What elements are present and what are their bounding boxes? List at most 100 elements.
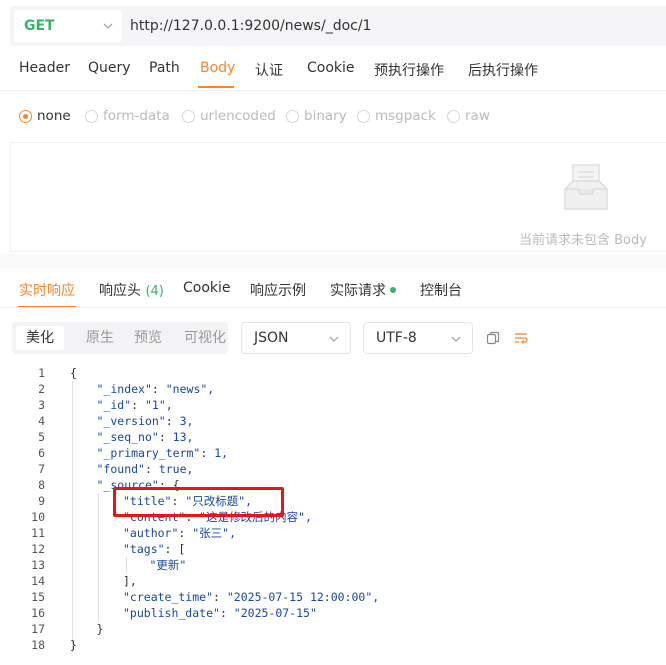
code-text: ], — [123, 573, 137, 589]
json-key: "tags" — [123, 542, 165, 556]
method-select[interactable]: GET — [14, 10, 122, 42]
json-value: ], — [123, 574, 137, 588]
tab-post-script[interactable]: 后执行操作 — [468, 60, 538, 80]
radio-label: form-data — [103, 108, 170, 124]
json-value: "1", — [144, 398, 173, 412]
json-key: "_id" — [96, 398, 132, 412]
chevron-down-icon — [451, 336, 461, 342]
method-label: GET — [24, 18, 55, 34]
line-number: 10 — [31, 510, 45, 524]
json-key: "_version" — [96, 414, 166, 428]
panel-splitter[interactable] — [0, 254, 666, 268]
code-line: 17} — [0, 621, 666, 637]
json-key: "_primary_term" — [96, 446, 201, 460]
chevron-down-icon — [103, 23, 113, 29]
view-pretty-button[interactable]: 美化 — [16, 326, 64, 350]
format-select[interactable]: JSON — [241, 322, 351, 354]
tab-pre-script[interactable]: 预执行操作 — [374, 60, 444, 80]
tab-response-cookie[interactable]: Cookie — [183, 280, 231, 296]
code-text: } — [97, 621, 104, 637]
radio-urlencoded[interactable]: urlencoded — [182, 108, 276, 124]
json-key: "found" — [96, 462, 145, 476]
json-value: [ — [178, 542, 186, 556]
code-line: 7 "found": true, — [0, 461, 666, 477]
radio-label: msgpack — [375, 108, 436, 124]
code-text: "_version": 3, — [96, 414, 194, 428]
json-key: "publish_date" — [123, 606, 220, 620]
json-value: 1, — [214, 446, 229, 460]
divider — [0, 90, 666, 91]
tab-auth[interactable]: 认证 — [255, 60, 283, 80]
divider — [0, 307, 666, 308]
radio-label: none — [37, 108, 71, 124]
inbox-empty-icon — [564, 164, 608, 210]
tab-response-headers[interactable]: 响应头 (4) — [99, 280, 164, 300]
view-visualize-button[interactable]: 可视化 — [174, 326, 236, 350]
code-text: } — [70, 637, 77, 653]
code-line: 11 "author": "张三", — [0, 525, 666, 541]
tab-cookie[interactable]: Cookie — [307, 60, 355, 76]
code-line: 12 "tags": [ — [0, 541, 666, 557]
json-key: "_index" — [96, 382, 152, 396]
code-text: "更新" — [150, 557, 187, 573]
tab-query[interactable]: Query — [88, 60, 131, 76]
copy-icon[interactable] — [486, 331, 500, 345]
code-line: 2 "_index": "news", — [0, 381, 666, 397]
json-key: "_seq_no" — [96, 430, 159, 444]
view-raw-button[interactable]: 原生 — [76, 326, 124, 350]
tab-label: 响应头 — [99, 283, 141, 299]
line-number: 3 — [38, 398, 45, 412]
tab-response-examples[interactable]: 响应示例 — [250, 280, 306, 300]
radio-msgpack[interactable]: msgpack — [357, 108, 436, 124]
line-number: 14 — [31, 574, 45, 588]
tab-header[interactable]: Header — [19, 60, 70, 76]
code-line: 6 "_primary_term": 1, — [0, 445, 666, 461]
tab-path[interactable]: Path — [149, 60, 180, 76]
json-value: 13, — [172, 430, 194, 444]
line-number: 2 — [38, 382, 45, 396]
code-line: 1{ — [0, 365, 666, 381]
line-number: 8 — [38, 478, 45, 492]
wrap-lines-icon[interactable] — [514, 331, 528, 345]
json-value: "更新" — [149, 558, 187, 572]
view-mode-segmented: 美化 原生 预览 可视化 — [12, 322, 228, 354]
code-line: 13 "更新" — [0, 557, 666, 573]
code-text: "author": "张三", — [123, 526, 237, 540]
radio-binary[interactable]: binary — [286, 108, 347, 124]
json-value: "2025-07-15 12:00:00", — [226, 590, 380, 604]
code-line: 16 "publish_date": "2025-07-15" — [0, 605, 666, 621]
code-text: "publish_date": "2025-07-15" — [123, 606, 317, 620]
headers-count-badge: (4) — [145, 284, 164, 299]
radio-raw[interactable]: raw — [447, 108, 490, 124]
code-line: 14], — [0, 573, 666, 589]
chevron-down-icon — [329, 336, 339, 342]
view-preview-button[interactable]: 预览 — [124, 326, 172, 350]
status-dot-icon — [390, 287, 396, 293]
code-text: "_primary_term": 1, — [96, 446, 229, 460]
code-line: 9 "title": "只改标题", — [0, 493, 666, 509]
json-key: "create_time" — [123, 590, 214, 604]
json-value: "2025-07-15" — [233, 606, 317, 620]
response-code-view[interactable]: 1{2 "_index": "news", 3 "_id": "1", 4 "_versi… — [0, 365, 666, 665]
code-text: "tags": [ — [123, 542, 186, 556]
radio-label: binary — [304, 108, 347, 124]
request-tabs: Header Query Path Body 认证 Cookie 预执行操作 后… — [0, 52, 666, 88]
url-input[interactable]: http://127.0.0.1:9200/news/_doc/1 — [130, 18, 371, 34]
radio-icon — [357, 109, 370, 123]
radio-none[interactable]: none — [19, 108, 71, 124]
tab-body[interactable]: Body — [200, 60, 235, 76]
encoding-select-value: UTF-8 — [376, 330, 417, 346]
radio-form-data[interactable]: form-data — [85, 108, 170, 124]
code-text: "_seq_no": 13, — [96, 430, 194, 444]
line-number: 16 — [31, 606, 45, 620]
tab-live-response[interactable]: 实时响应 — [19, 280, 75, 300]
radio-checked-icon — [19, 109, 32, 123]
json-key: "author" — [123, 526, 179, 540]
active-tab-indicator — [198, 86, 234, 88]
code-line: 15 "create_time": "2025-07-15 12:00:00", — [0, 589, 666, 605]
tab-actual-request[interactable]: 实际请求 — [330, 280, 396, 300]
line-number: 15 — [31, 590, 45, 604]
body-editor-area: 当前请求未包含 Body — [10, 142, 666, 252]
encoding-select[interactable]: UTF-8 — [363, 322, 473, 354]
tab-console[interactable]: 控制台 — [420, 280, 462, 300]
